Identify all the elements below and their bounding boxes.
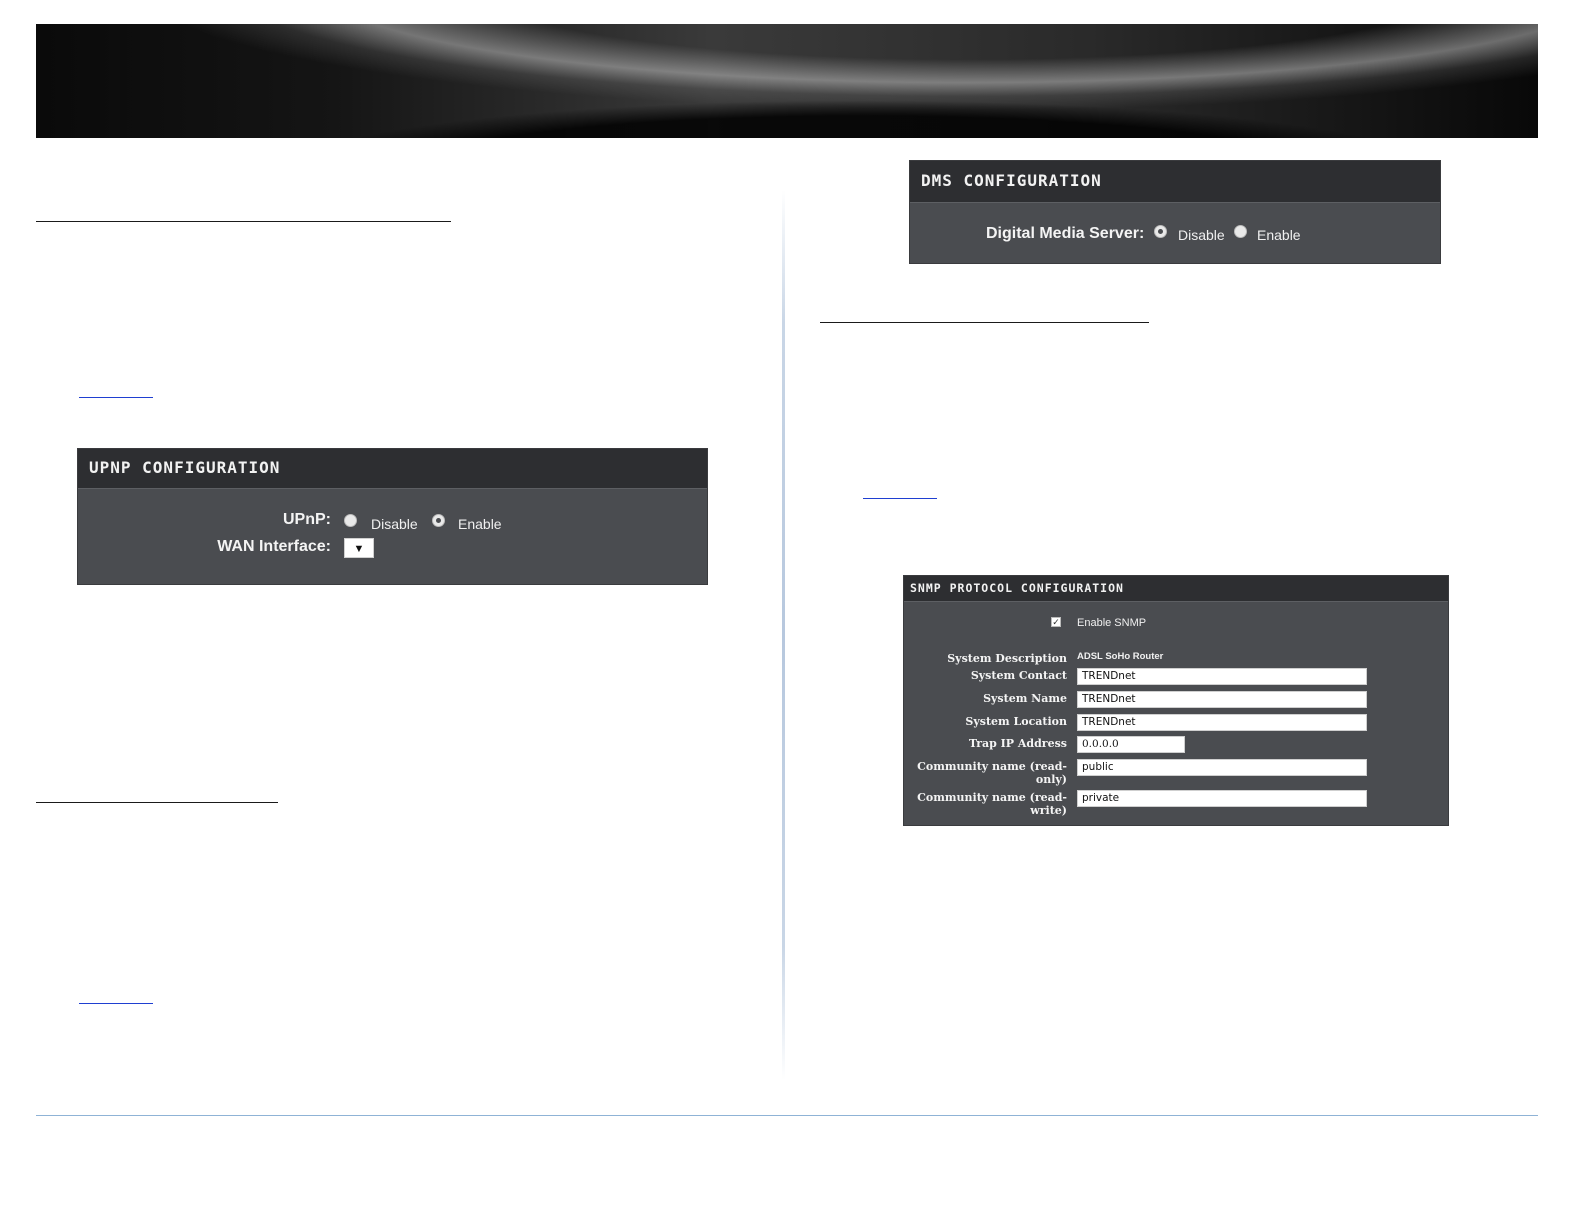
community-read-write-label-line2: write) [1030,804,1067,817]
upnp-disable-label: Disable [371,516,418,532]
section-heading-rule [820,322,1149,323]
panel-title: SNMP PROTOCOL CONFIGURATION [904,576,1448,602]
checkbox-checked-icon[interactable]: ✓ [1051,617,1061,627]
snmp-configuration-panel: SNMP PROTOCOL CONFIGURATION ✓ Enable SNM… [903,575,1449,826]
header-banner-sheen [36,24,1538,138]
section-heading-rule [36,802,278,803]
column-divider [782,190,785,1080]
upnp-enable-radio[interactable] [432,514,445,527]
enable-snmp-label: Enable SNMP [1077,617,1147,629]
upnp-disable-radio[interactable] [344,514,357,527]
section-heading-rule [36,221,451,222]
panel-title: DMS CONFIGURATION [910,161,1440,203]
system-contact-label: System Contact [970,669,1067,682]
link-underline[interactable] [863,498,937,499]
community-read-only-input[interactable]: public [1077,759,1367,776]
community-read-write-input[interactable]: private [1077,790,1367,807]
system-description-label: System Description [947,652,1067,665]
system-contact-input[interactable]: TRENDnet [1077,668,1367,685]
dms-disable-radio[interactable] [1154,225,1167,238]
dms-disable-label: Disable [1178,227,1225,243]
digital-media-server-label: Digital Media Server: [986,225,1145,242]
wan-interface-label: WAN Interface: [217,538,331,555]
upnp-enable-label: Enable [458,516,502,532]
dms-enable-label: Enable [1257,227,1301,243]
system-location-input[interactable]: TRENDnet [1077,714,1367,731]
community-read-write-label: Community name (read- write) [917,791,1067,817]
trap-ip-address-label: Trap IP Address [968,737,1067,750]
community-read-only-label-line1: Community name (read- [917,760,1067,773]
system-name-input[interactable]: TRENDnet [1077,691,1367,708]
system-name-label: System Name [983,692,1067,705]
link-underline[interactable] [79,1003,153,1004]
wan-interface-select[interactable]: ▼ [344,538,374,558]
community-read-only-label: Community name (read- only) [917,760,1067,786]
trap-ip-address-input[interactable]: 0.0.0.0 [1077,736,1185,753]
dms-enable-radio[interactable] [1234,225,1247,238]
dms-configuration-panel: DMS CONFIGURATION Digital Media Server: … [909,160,1441,264]
system-location-label: System Location [965,715,1067,728]
system-description-value: ADSL SoHo Router [1077,651,1164,662]
community-read-only-label-line2: only) [1035,773,1067,786]
chevron-down-icon: ▼ [353,543,365,555]
link-underline[interactable] [79,397,153,398]
panel-title: UPNP CONFIGURATION [78,449,707,489]
footer-rule [36,1115,1538,1116]
upnp-label: UPnP: [283,511,331,528]
upnp-configuration-panel: UPNP CONFIGURATION UPnP: Disable Enable … [77,448,708,585]
community-read-write-label-line1: Community name (read- [917,791,1067,804]
